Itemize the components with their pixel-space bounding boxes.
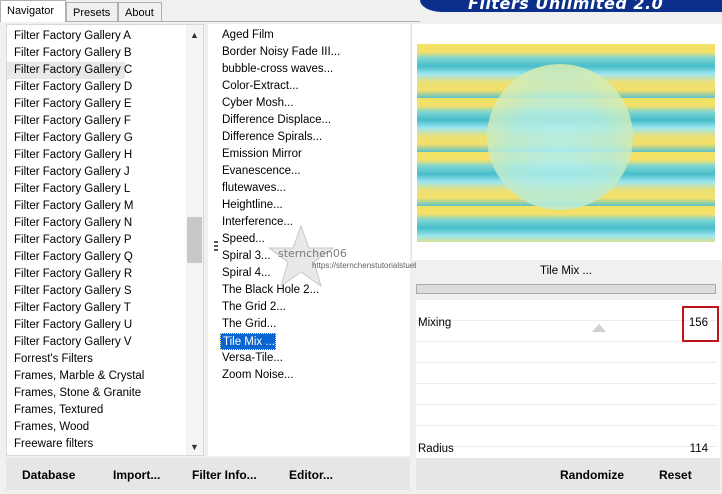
scroll-down-arrow-icon[interactable]: ▼: [186, 439, 203, 455]
preview-image: [417, 44, 715, 242]
category-item[interactable]: Filter Factory Gallery A: [7, 28, 187, 45]
scroll-up-arrow-icon[interactable]: ▲: [186, 27, 203, 44]
category-item[interactable]: Filter Factory Gallery H: [7, 147, 187, 164]
banner-title: Filters Unlimited 2.0: [468, 0, 664, 12]
category-item[interactable]: Filter Factory Gallery F: [7, 113, 187, 130]
mixing-label: Mixing: [418, 317, 452, 329]
category-item[interactable]: Filter Factory Gallery G: [7, 130, 187, 147]
watermark-text: sternchen06: [278, 247, 347, 260]
filter-info-button[interactable]: Filter Info...: [192, 468, 257, 482]
mixing-slider-thumb[interactable]: [592, 324, 606, 332]
category-item[interactable]: Forrest's Filters: [7, 351, 187, 368]
tab-presets[interactable]: Presets: [66, 2, 118, 22]
filter-item[interactable]: The Grid 2...: [220, 299, 340, 316]
filter-item[interactable]: Evanescence...: [220, 163, 340, 180]
database-button[interactable]: Database: [22, 468, 75, 482]
category-item[interactable]: Freeware filters: [7, 436, 187, 453]
tab-navigator[interactable]: Navigator: [0, 0, 66, 22]
category-item[interactable]: Filter Factory Gallery V: [7, 334, 187, 351]
progress-bar: [416, 284, 716, 294]
import-button[interactable]: Import...: [113, 468, 160, 482]
filter-item[interactable]: Emission Mirror: [220, 146, 340, 163]
bottom-button-bar: Database Import... Filter Info... Editor…: [0, 458, 722, 494]
radius-value[interactable]: 114: [690, 443, 708, 455]
highlight-box: [682, 306, 719, 342]
scroll-thumb[interactable]: [187, 217, 202, 263]
filter-item[interactable]: Border Noisy Fade III...: [220, 44, 340, 61]
editor-button[interactable]: Editor...: [289, 468, 333, 482]
preview-sphere: [487, 64, 633, 210]
category-item[interactable]: Filter Factory Gallery U: [7, 317, 187, 334]
filter-item[interactable]: Aged Film: [220, 27, 340, 44]
randomize-button[interactable]: Randomize: [560, 468, 624, 482]
category-list-panel: Filter Factory Gallery A Filter Factory G…: [6, 24, 204, 456]
filter-item[interactable]: Zoom Noise...: [220, 367, 340, 384]
radius-label: Radius: [418, 443, 454, 455]
category-item[interactable]: Filter Factory Gallery B: [7, 45, 187, 62]
filter-item[interactable]: The Grid...: [220, 316, 340, 333]
category-item[interactable]: Frames, Marble & Crystal: [7, 368, 187, 385]
category-scrollbar[interactable]: ▲ ▼: [186, 25, 203, 455]
filter-item[interactable]: Heightline...: [220, 197, 340, 214]
category-item[interactable]: Filter Factory Gallery L: [7, 181, 187, 198]
left-button-group: Database Import... Filter Info... Editor…: [6, 458, 410, 490]
category-item[interactable]: Filter Factory Gallery C: [7, 62, 132, 79]
current-filter-name: Tile Mix ...: [416, 262, 716, 280]
category-item[interactable]: Filter Factory Gallery Q: [7, 249, 187, 266]
tab-about[interactable]: About: [118, 2, 162, 22]
reset-button[interactable]: Reset: [659, 468, 692, 482]
category-item[interactable]: Filter Factory Gallery M: [7, 198, 187, 215]
controls-grid: [416, 300, 716, 460]
app-banner: Filters Unlimited 2.0: [420, 0, 722, 12]
filter-item[interactable]: Difference Displace...: [220, 112, 340, 129]
filter-item[interactable]: Tile Mix ...: [220, 333, 276, 350]
category-item[interactable]: Frames, Wood: [7, 419, 187, 436]
filter-controls: Mixing 156 Radius 114: [416, 300, 720, 460]
filter-item[interactable]: Color-Extract...: [220, 78, 340, 95]
category-item[interactable]: Filter Factory Gallery P: [7, 232, 187, 249]
category-item[interactable]: Filter Factory Gallery R: [7, 266, 187, 283]
category-item[interactable]: Filter Factory Gallery T: [7, 300, 187, 317]
category-item[interactable]: Filter Factory Gallery N: [7, 215, 187, 232]
filter-item[interactable]: bubble-cross waves...: [220, 61, 340, 78]
right-button-group: Randomize Reset: [416, 458, 720, 490]
splitter-grip-icon[interactable]: [214, 241, 218, 253]
filter-item[interactable]: Versa-Tile...: [220, 350, 340, 367]
category-item[interactable]: Frames, Stone & Granite: [7, 385, 187, 402]
filter-item[interactable]: flutewaves...: [220, 180, 340, 197]
filter-item[interactable]: Difference Spirals...: [220, 129, 340, 146]
filter-item[interactable]: Cyber Mosh...: [220, 95, 340, 112]
category-list: Filter Factory Gallery A Filter Factory G…: [7, 28, 187, 453]
category-item[interactable]: Filter Factory Gallery D: [7, 79, 187, 96]
category-item[interactable]: Filter Factory Gallery S: [7, 283, 187, 300]
category-item[interactable]: Filter Factory Gallery J: [7, 164, 187, 181]
category-item[interactable]: Filter Factory Gallery E: [7, 96, 187, 113]
category-item[interactable]: Frames, Textured: [7, 402, 187, 419]
filter-list: Aged Film Border Noisy Fade III... bubble-…: [220, 27, 340, 384]
